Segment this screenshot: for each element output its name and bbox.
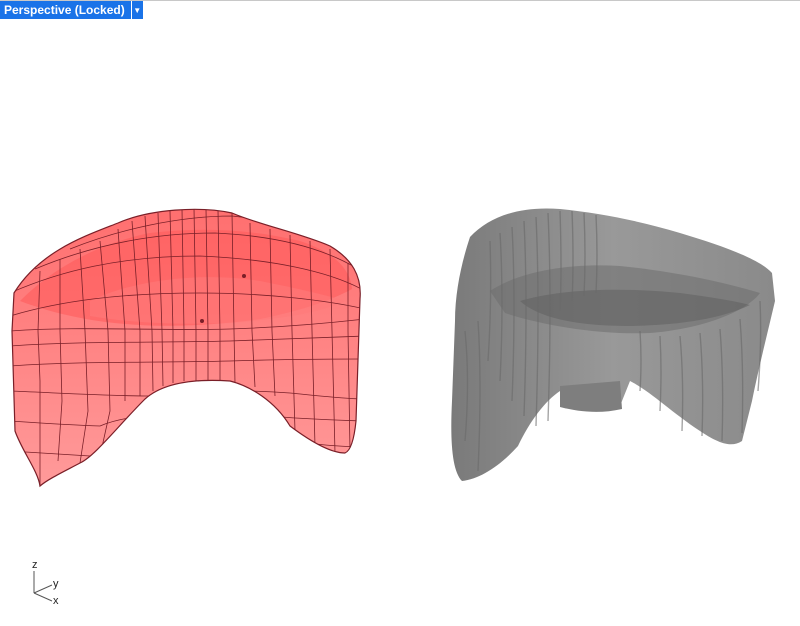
z-axis-label: z	[32, 559, 38, 571]
viewport-title[interactable]: Perspective (Locked)	[0, 1, 131, 19]
x-axis-line	[33, 592, 53, 602]
axis-widget: z y x	[32, 559, 59, 607]
y-axis-label: y	[53, 578, 59, 590]
y-axis-line	[33, 584, 53, 594]
subd-chair-model[interactable]	[451, 208, 775, 481]
viewport-title-tab[interactable]: Perspective (Locked) ▼	[0, 1, 143, 19]
x-axis-label: x	[53, 595, 59, 607]
nurbs-chair-model[interactable]	[10, 208, 365, 488]
viewport-scene[interactable]	[0, 1, 800, 626]
control-point-marker	[242, 274, 246, 278]
control-point-marker	[200, 319, 204, 323]
perspective-viewport[interactable]: Perspective (Locked) ▼ z y x	[0, 0, 800, 625]
caret-down-icon[interactable]: ▼	[131, 1, 143, 19]
